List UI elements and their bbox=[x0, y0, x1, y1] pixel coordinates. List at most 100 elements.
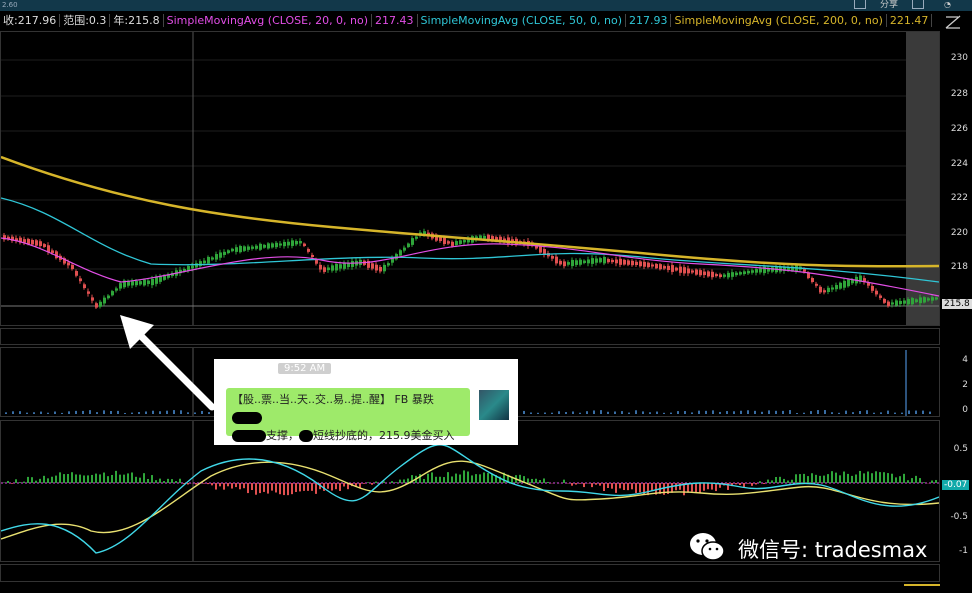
macd-histogram-bar bbox=[819, 476, 821, 483]
candle-body bbox=[239, 246, 242, 252]
macd-histogram-bar bbox=[299, 483, 301, 491]
macd-histogram-bar bbox=[583, 483, 585, 487]
volume-bar bbox=[929, 412, 931, 414]
candle-body bbox=[243, 246, 246, 250]
macd-histogram-bar bbox=[35, 481, 37, 483]
candle-body bbox=[51, 250, 54, 253]
volume-bar bbox=[908, 410, 910, 414]
macd-histogram-bar bbox=[103, 473, 105, 483]
volume-bar bbox=[880, 412, 882, 414]
candle-body bbox=[35, 240, 38, 245]
candle-body bbox=[91, 297, 94, 300]
volume-bar bbox=[5, 412, 7, 414]
price-panel[interactable] bbox=[0, 31, 940, 326]
macd-histogram-bar bbox=[143, 473, 145, 483]
candle-body bbox=[311, 255, 314, 257]
macd-scale[interactable]: 0.5 -0.07 -0.5 -1 bbox=[940, 420, 972, 562]
macd-histogram-bar bbox=[747, 483, 749, 484]
candle-body bbox=[95, 303, 98, 307]
candle-body bbox=[351, 261, 354, 267]
candle-body bbox=[455, 241, 458, 245]
candle-body bbox=[227, 250, 230, 253]
macd-histogram-bar bbox=[603, 483, 605, 491]
share-icon[interactable] bbox=[854, 0, 866, 9]
macd-histogram-bar bbox=[43, 476, 45, 483]
message-bubble[interactable]: 【股..票..当..天..交..易..提..醒】 FB 暴跌 支撑，短线抄底的，… bbox=[226, 388, 470, 436]
macd-histogram-bar bbox=[155, 480, 157, 483]
price-scale[interactable]: 230 228 226 224 222 220 218 215.8 bbox=[940, 31, 972, 326]
candle-body bbox=[663, 266, 666, 268]
legend-range: 范围:0.3 bbox=[60, 14, 110, 27]
candle-body bbox=[291, 240, 294, 246]
candle-body bbox=[823, 290, 826, 292]
settings-icon[interactable]: ◔ bbox=[944, 0, 951, 9]
macd-histogram-bar bbox=[271, 483, 273, 491]
macd-tick: -0.5 bbox=[950, 512, 968, 522]
macd-histogram-bar bbox=[915, 476, 917, 483]
macd-histogram-bar bbox=[519, 475, 521, 483]
legend-sma20-label[interactable]: SimpleMovingAvg (CLOSE, 20, 0, no) bbox=[164, 14, 372, 27]
candle-body bbox=[927, 298, 930, 300]
macd-histogram-bar bbox=[427, 474, 429, 483]
volume-scale[interactable]: 4 2 0 bbox=[940, 347, 972, 417]
macd-histogram-bar bbox=[767, 480, 769, 483]
style-icon[interactable] bbox=[944, 14, 962, 30]
macd-histogram-bar bbox=[335, 483, 337, 489]
message-line2a: 支撑， bbox=[266, 429, 299, 442]
volume-bar bbox=[558, 411, 560, 414]
macd-histogram-bar bbox=[291, 483, 293, 494]
macd-histogram-bar bbox=[75, 474, 77, 483]
candle-body bbox=[271, 243, 274, 247]
share-button[interactable]: 分享 bbox=[880, 0, 898, 10]
macd-histogram-bar bbox=[851, 476, 853, 483]
candle-body bbox=[587, 259, 590, 263]
macd-histogram-bar bbox=[535, 479, 537, 483]
macd-histogram-bar bbox=[635, 483, 637, 493]
popout-icon[interactable] bbox=[912, 0, 924, 9]
candle-body bbox=[191, 266, 194, 268]
candle-body bbox=[575, 260, 578, 265]
macd-histogram-bar bbox=[571, 483, 573, 486]
candle-body bbox=[919, 297, 922, 303]
macd-histogram-bar bbox=[383, 481, 385, 483]
macd-histogram-bar bbox=[231, 483, 233, 489]
volume-bar bbox=[614, 411, 616, 414]
macd-histogram-bar bbox=[7, 481, 9, 483]
macd-histogram-bar bbox=[327, 483, 329, 489]
macd-histogram-bar bbox=[251, 483, 253, 490]
candle-body bbox=[223, 252, 226, 255]
volume-bar bbox=[803, 413, 805, 414]
candle-body bbox=[883, 299, 886, 303]
macd-histogram-bar bbox=[27, 477, 29, 483]
macd-histogram-bar bbox=[895, 477, 897, 483]
candle-body bbox=[483, 236, 486, 239]
candle-body bbox=[463, 240, 466, 242]
macd-histogram-bar bbox=[803, 474, 805, 483]
macd-histogram-bar bbox=[867, 472, 869, 483]
sma200-line bbox=[1, 157, 939, 266]
macd-histogram-bar bbox=[311, 483, 313, 491]
macd-histogram-bar bbox=[479, 474, 481, 483]
macd-histogram-bar bbox=[711, 483, 713, 490]
macd-histogram-bar bbox=[619, 483, 621, 488]
watermark-text: 微信号: tradesmax bbox=[738, 534, 927, 564]
macd-histogram-bar bbox=[91, 475, 93, 483]
macd-histogram-bar bbox=[823, 476, 825, 483]
candle-body bbox=[923, 297, 926, 302]
volume-bar bbox=[852, 412, 854, 414]
macd-histogram-bar bbox=[527, 478, 529, 483]
volume-bar bbox=[96, 412, 98, 414]
legend-sma50-label[interactable]: SimpleMovingAvg (CLOSE, 50, 0, no) bbox=[418, 14, 626, 27]
candle-body bbox=[643, 262, 646, 267]
volume-bar bbox=[12, 411, 14, 414]
volume-bar bbox=[551, 413, 553, 414]
legend-sma200-label[interactable]: SimpleMovingAvg (CLOSE, 200, 0, no) bbox=[671, 14, 886, 27]
candle-body bbox=[399, 250, 402, 255]
candle-body bbox=[603, 257, 606, 263]
macd-histogram-bar bbox=[591, 483, 593, 487]
macd-histogram-bar bbox=[439, 477, 441, 483]
candle-body bbox=[595, 258, 598, 262]
candle-body bbox=[847, 280, 850, 287]
volume-bar bbox=[747, 410, 749, 414]
sender-avatar[interactable] bbox=[479, 390, 509, 420]
